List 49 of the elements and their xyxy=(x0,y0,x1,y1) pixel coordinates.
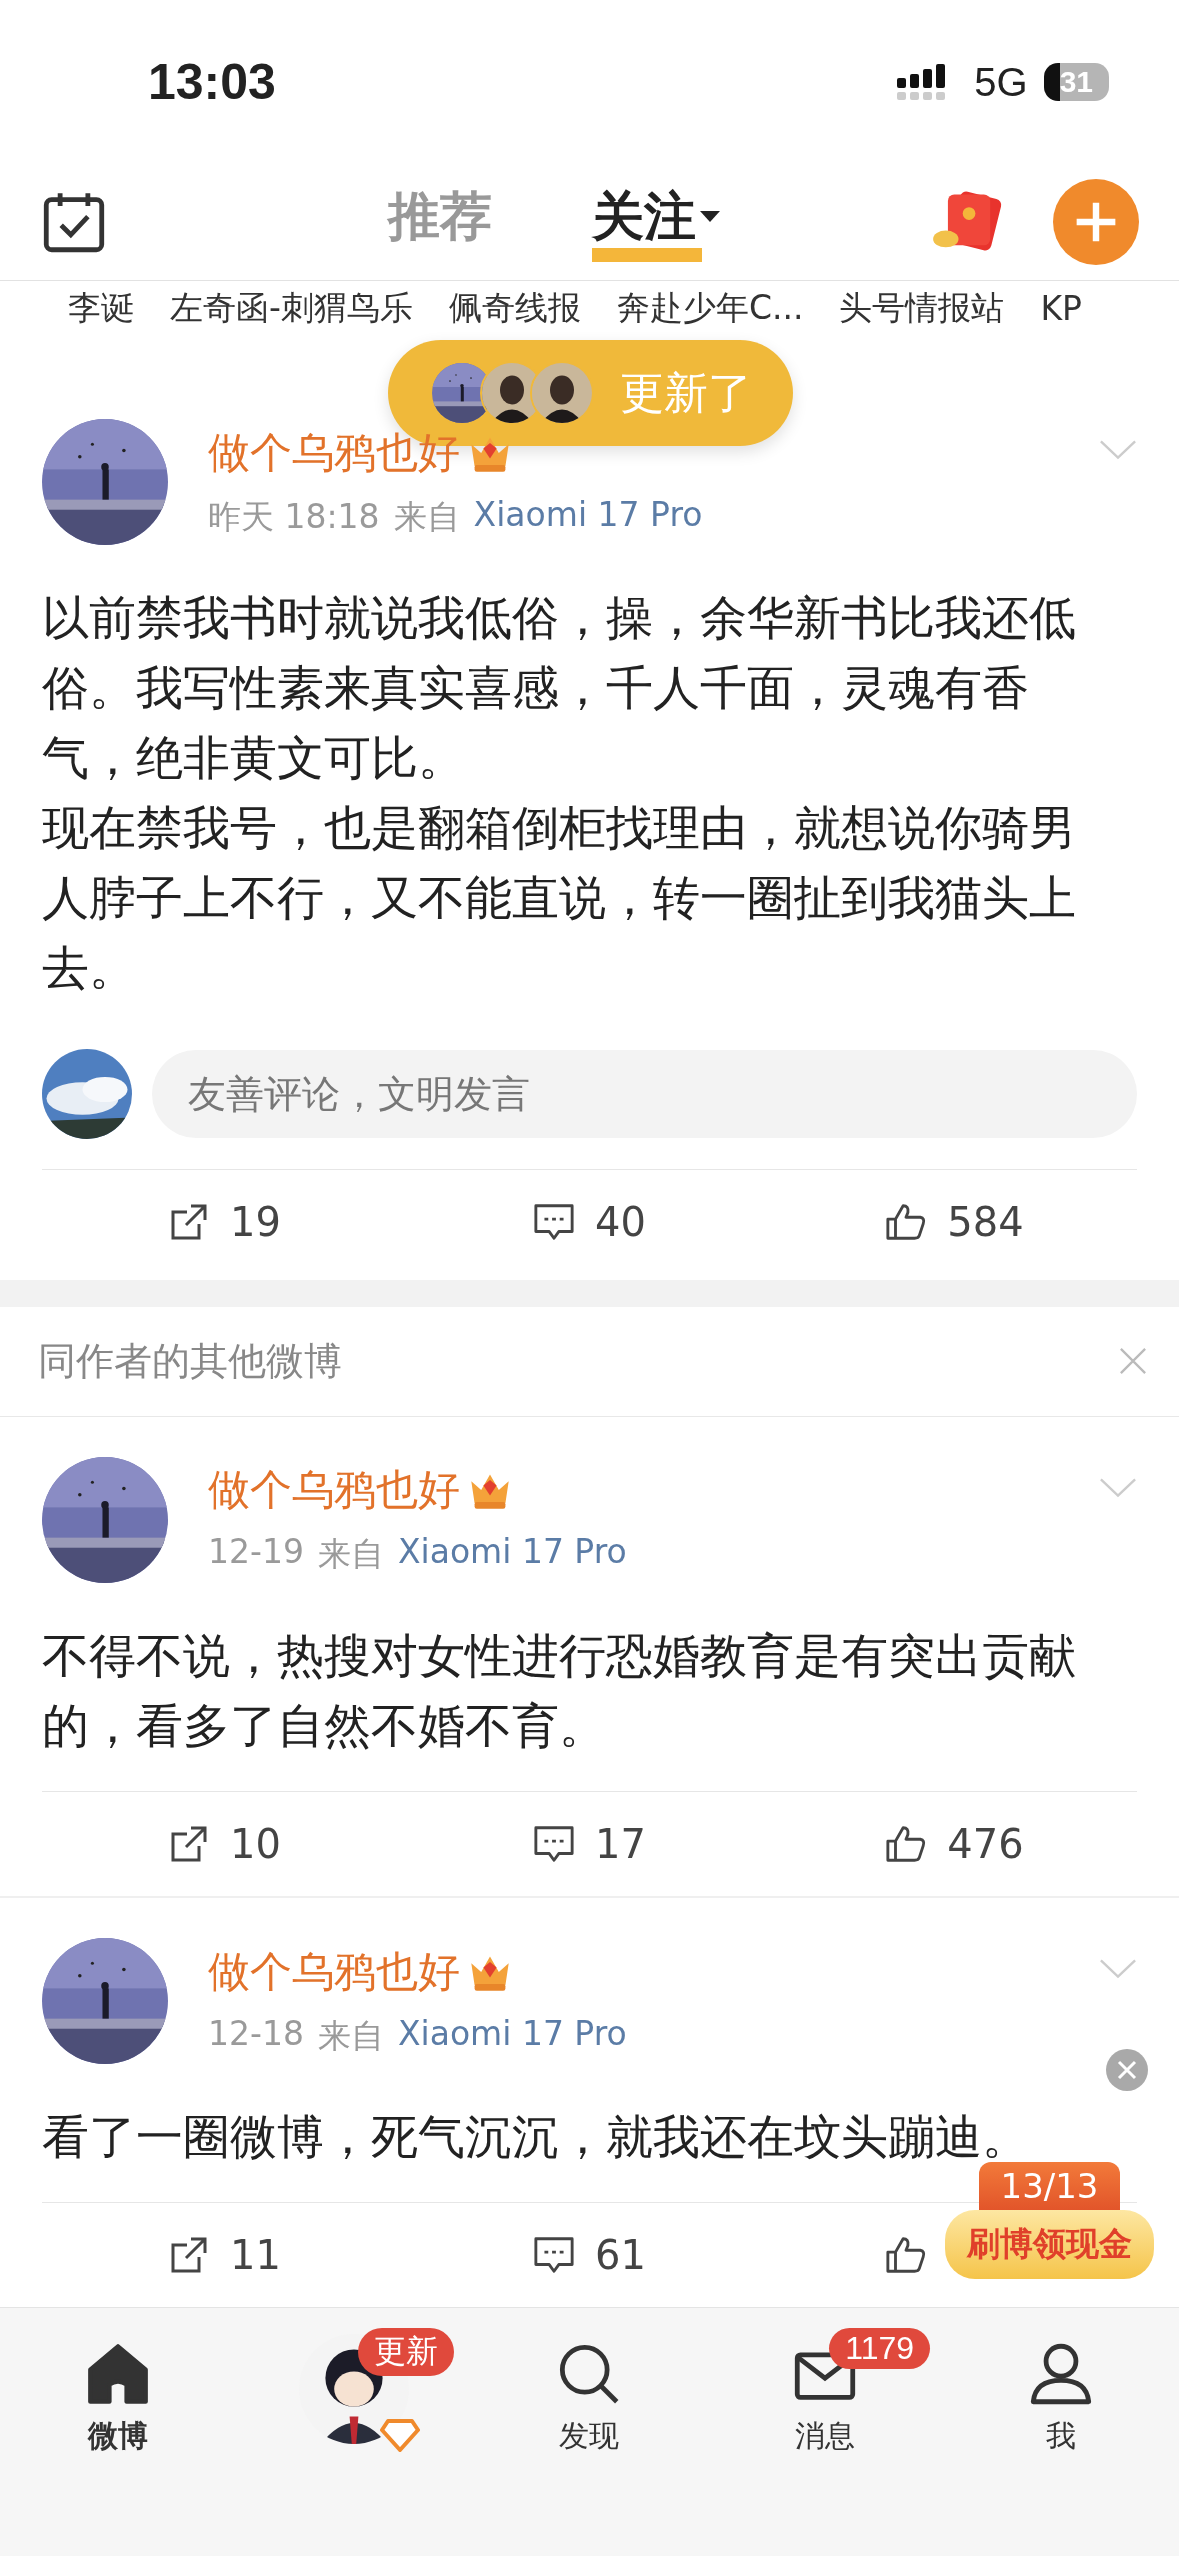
notification-badge: 更新 xyxy=(357,2328,454,2377)
notification-badge: 1179 xyxy=(829,2328,931,2370)
nav-label[interactable]: 我 xyxy=(1046,2416,1077,2458)
followed-account[interactable]: 奔赴少年C... xyxy=(616,285,804,331)
followed-account[interactable]: 李诞 xyxy=(68,285,134,331)
device-source[interactable]: Xiaomi 17 Pro xyxy=(473,494,703,540)
calendar-check-icon[interactable] xyxy=(42,190,106,255)
source-label: 来自 xyxy=(317,1533,384,1576)
followed-account[interactable]: 左奇函-刺猬鸟乐 xyxy=(170,285,413,331)
section-title: 同作者的其他微博 xyxy=(38,1337,342,1385)
person-icon[interactable] xyxy=(1029,2342,1094,2407)
battery-indicator: 31 xyxy=(1043,63,1109,102)
diamond-icon xyxy=(379,2418,420,2453)
repost-count: 11 xyxy=(230,2232,281,2279)
progress-counter: 13/13 xyxy=(978,2162,1121,2210)
nav-label[interactable]: 微博 xyxy=(87,2416,148,2458)
thumbs-up-icon[interactable] xyxy=(885,1202,928,1243)
source-label: 来自 xyxy=(393,495,460,538)
device-source[interactable]: Xiaomi 17 Pro xyxy=(397,2013,627,2059)
comment-field[interactable]: 友善评论，文明发言 xyxy=(152,1050,1137,1139)
device-source[interactable]: Xiaomi 17 Pro xyxy=(397,1532,627,1578)
followed-account[interactable]: KP xyxy=(1040,288,1082,328)
nav-label[interactable]: 发现 xyxy=(559,2416,620,2458)
post-text: 以前禁我书时就说我低俗，操，余华新书比我还低俗。我写性素来真实喜感，千人千面，灵魂有香气，绝非黄文可比。 xyxy=(42,589,1077,788)
thumbs-up-icon[interactable] xyxy=(885,2235,927,2276)
followed-account[interactable]: 佩奇线报 xyxy=(448,285,581,331)
caret-icon xyxy=(699,211,720,224)
comment-icon[interactable] xyxy=(533,1202,576,1243)
home-icon[interactable] xyxy=(85,2342,150,2407)
comment-count: 40 xyxy=(595,1199,646,1246)
like-count: 476 xyxy=(947,1820,1024,1867)
nav-label[interactable]: 消息 xyxy=(795,2416,856,2458)
post-time: 昨天 18:18 xyxy=(208,495,380,538)
post-time: 12-19 xyxy=(208,1532,304,1574)
post-text: 现在禁我号，也是翻箱倒柜找理由，就想说你骑男人脖子上不行，又不能直说，转一圈扯到我猫头上去。 xyxy=(42,799,1077,998)
source-label: 来自 xyxy=(317,2014,384,2057)
comment-count: 17 xyxy=(595,1820,646,1867)
followed-account[interactable]: 头号情报站 xyxy=(839,285,1005,331)
comment-count: 61 xyxy=(595,2232,646,2279)
repost-count: 19 xyxy=(230,1199,281,1246)
thumbs-up-icon[interactable] xyxy=(885,1823,928,1864)
post-time: 12-18 xyxy=(208,2013,304,2055)
comment-icon[interactable] xyxy=(533,2235,576,2276)
like-count: 584 xyxy=(947,1199,1024,1246)
comment-icon[interactable] xyxy=(533,1823,576,1864)
repost-count: 10 xyxy=(230,1820,281,1867)
network-label: 5G xyxy=(974,59,1028,105)
post-text: 不得不说，热搜对女性进行恐婚教育是有突出贡献的，看多了自然不婚不育。 xyxy=(42,1626,1077,1755)
status-time: 13:03 xyxy=(148,53,276,112)
